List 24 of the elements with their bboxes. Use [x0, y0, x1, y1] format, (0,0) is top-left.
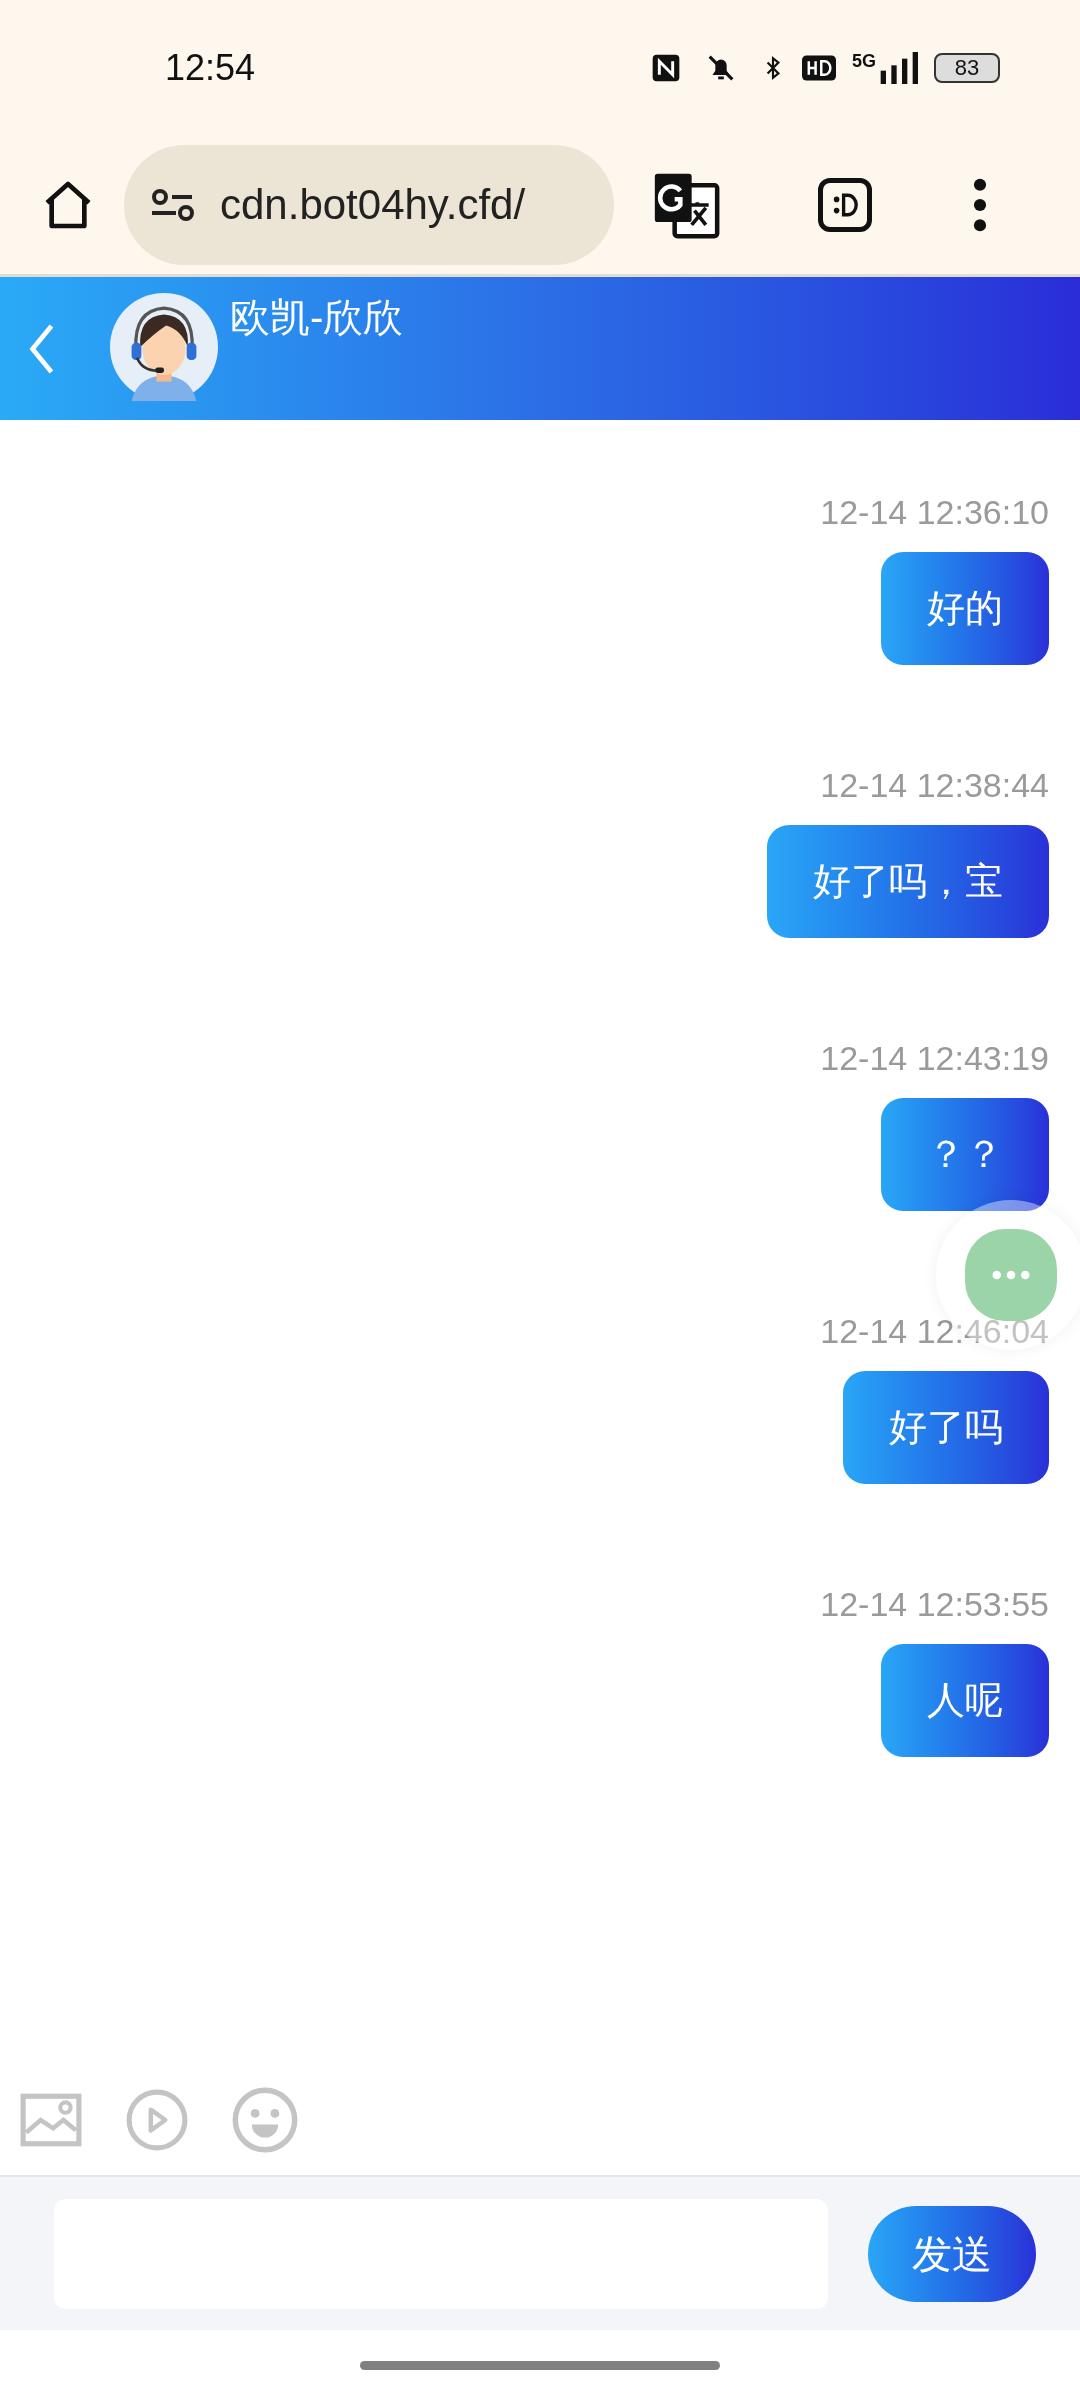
signal-icon	[878, 51, 918, 84]
more-icon	[992, 1270, 1030, 1280]
send-button[interactable]: 发送	[868, 2205, 1036, 2302]
network-type: 5G	[852, 51, 876, 70]
message-timestamp: 12-14 12:43:19	[820, 1038, 1049, 1079]
hd-icon	[802, 54, 836, 81]
contact-name: 欧凯-欣欣	[230, 294, 404, 341]
home-indicator[interactable]	[360, 2360, 720, 2370]
status-time: 12:54	[165, 45, 256, 90]
message-bubble: 好了吗	[843, 1371, 1049, 1484]
address-bar[interactable]: cdn.bot04hy.cfd/	[124, 144, 614, 265]
message-bubble: 好了吗，宝	[767, 825, 1049, 938]
message-timestamp: 12-14 12:46:04	[820, 1311, 1049, 1352]
more-menu-icon[interactable]	[972, 177, 988, 232]
message-timestamp: 12-14 12:36:10	[820, 492, 1049, 533]
message-bubble: ？？	[881, 1098, 1049, 1211]
battery-indicator: 83	[934, 52, 1000, 83]
tab-switcher-button[interactable]	[818, 177, 872, 232]
message-bubble: 人呢	[881, 1644, 1049, 1757]
message-timestamp: 12-14 12:38:44	[820, 765, 1049, 806]
message-bubble: 好的	[881, 552, 1049, 665]
avatar-icon	[110, 293, 218, 401]
message-timestamp: 12-14 12:53:55	[820, 1584, 1049, 1625]
url-text: cdn.bot04hy.cfd/	[220, 180, 526, 230]
